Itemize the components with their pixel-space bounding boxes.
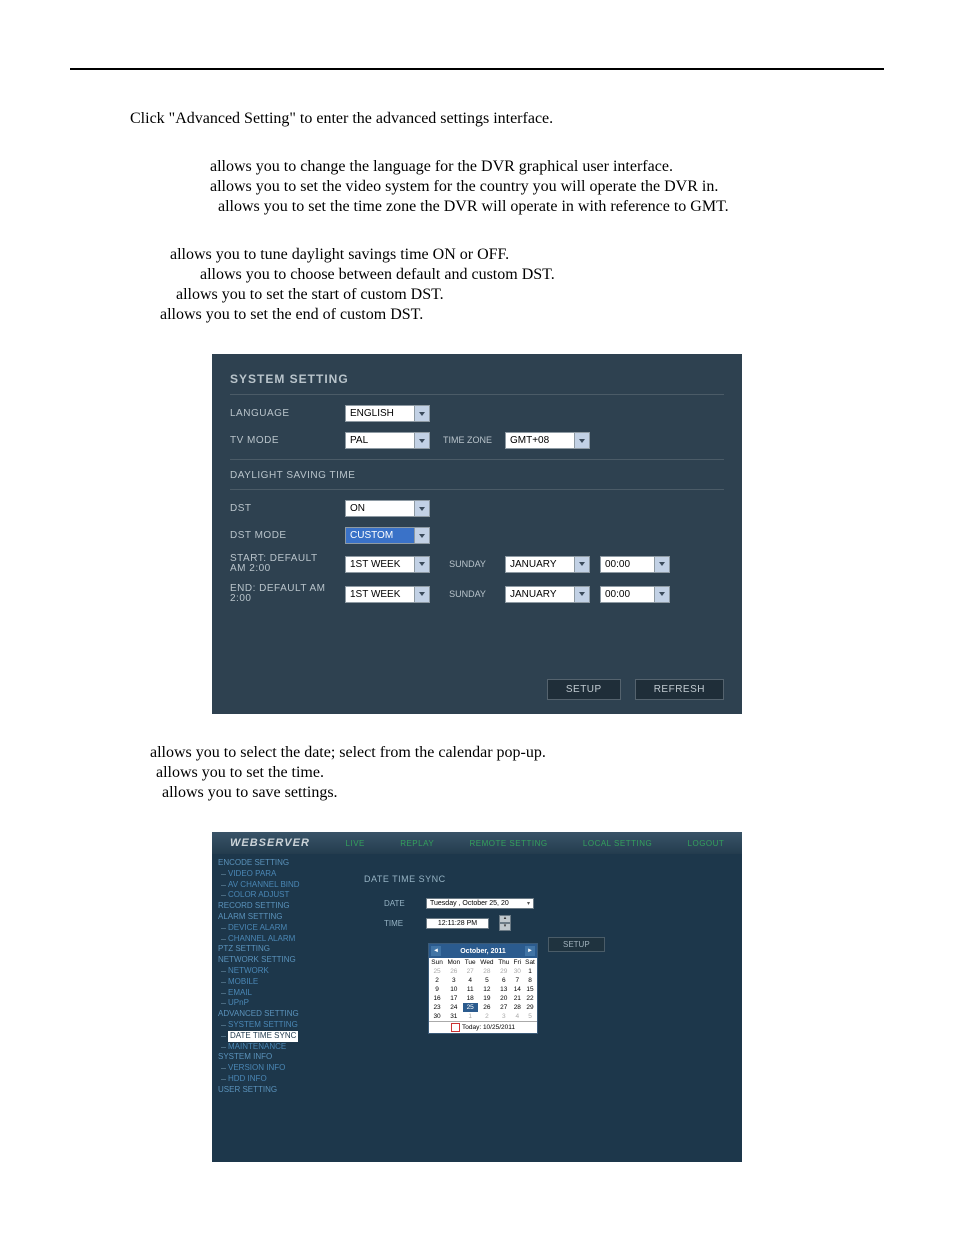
timezone-label: TIME ZONE	[440, 436, 495, 445]
tree-video[interactable]: VIDEO PARA	[218, 869, 348, 880]
tree-sysinfo[interactable]: SYSTEM INFO	[218, 1052, 348, 1063]
feat-dst: allows you to tune daylight savings time…	[170, 246, 884, 264]
chevron-down-icon	[414, 528, 429, 543]
start-hour-select[interactable]: 00:00	[600, 556, 670, 573]
cal-today[interactable]: Today: 10/25/2011	[429, 1021, 537, 1033]
cal-prev-icon[interactable]: ◄	[431, 946, 441, 956]
tab-remote-setting[interactable]: REMOTE SETTING	[469, 839, 547, 848]
chevron-down-icon: ▾	[527, 900, 530, 907]
end-week-select[interactable]: 1ST WEEK	[345, 586, 430, 603]
system-setting-panel: SYSTEM SETTING LANGUAGE ENGLISH TV MODE …	[212, 354, 742, 714]
tree-email[interactable]: EMAIL	[218, 988, 348, 999]
tree-color[interactable]: COLOR ADJUST	[218, 890, 348, 901]
tree-dtsync[interactable]: DATE TIME SYNC	[218, 1031, 348, 1042]
start-week-select[interactable]: 1ST WEEK	[345, 556, 430, 573]
tree-devalarm[interactable]: DEVICE ALARM	[218, 923, 348, 934]
tab-logout[interactable]: LOGOUT	[688, 839, 725, 848]
chevron-down-icon	[574, 433, 589, 448]
time-input[interactable]: 12:11:28 PM	[426, 918, 489, 929]
webserver-panel: WEBSERVER LIVE REPLAY REMOTE SETTING LOC…	[212, 832, 742, 1162]
feat-language: allows you to change the language for th…	[210, 158, 884, 176]
tree-ver[interactable]: VERSION INFO	[218, 1063, 348, 1074]
feat-dstmode: allows you to choose between default and…	[200, 266, 884, 284]
language-select[interactable]: ENGLISH	[345, 405, 430, 422]
setup-button[interactable]: SETUP	[547, 679, 621, 700]
main-title: DATE TIME SYNC	[364, 874, 732, 884]
date-input[interactable]: Tuesday , October 25, 20▾	[426, 898, 534, 909]
tab-replay[interactable]: REPLAY	[400, 839, 434, 848]
tree-system[interactable]: SYSTEM SETTING	[218, 1020, 348, 1031]
tree-record[interactable]: RECORD SETTING	[218, 901, 348, 912]
chevron-down-icon	[414, 587, 429, 602]
time-label: TIME	[384, 919, 418, 928]
calendar-popup[interactable]: ◄ October, 2011 ► SunMonTueWedThuFriSat …	[428, 943, 538, 1034]
time-spinner[interactable]: ▴▾	[499, 915, 511, 931]
tree-avbind[interactable]: AV CHANNEL BIND	[218, 880, 348, 891]
tree-adv[interactable]: ADVANCED SETTING	[218, 1009, 348, 1020]
tab-live[interactable]: LIVE	[346, 839, 365, 848]
setup-button-small[interactable]: SETUP	[548, 937, 605, 952]
tree-hdd[interactable]: HDD INFO	[218, 1074, 348, 1085]
dst-select[interactable]: ON	[345, 500, 430, 517]
tab-local-setting[interactable]: LOCAL SETTING	[583, 839, 652, 848]
end-hour-select[interactable]: 00:00	[600, 586, 670, 603]
cal-next-icon[interactable]: ►	[525, 946, 535, 956]
panel-title: SYSTEM SETTING	[230, 372, 724, 386]
tvmode-select[interactable]: PAL	[345, 432, 430, 449]
dst-label: DST	[230, 503, 335, 514]
chevron-down-icon	[654, 557, 669, 572]
end-day: SUNDAY	[440, 590, 495, 599]
tree-ptz[interactable]: PTZ SETTING	[218, 944, 348, 955]
tree-chalarm[interactable]: CHANNEL ALARM	[218, 934, 348, 945]
webserver-logo: WEBSERVER	[212, 837, 328, 849]
tree-user[interactable]: USER SETTING	[218, 1085, 348, 1096]
cal-month: October, 2011	[460, 948, 506, 955]
date-label: DATE	[384, 899, 418, 908]
chevron-down-icon	[574, 587, 589, 602]
feat-setup: allows you to save settings.	[162, 784, 884, 802]
timezone-select[interactable]: GMT+08	[505, 432, 590, 449]
feat-start: allows you to set the start of custom DS…	[176, 286, 884, 304]
feat-end: allows you to set the end of custom DST.	[160, 306, 884, 324]
feat-date: allows you to select the date; select fr…	[150, 744, 884, 762]
chevron-down-icon	[414, 501, 429, 516]
intro-text: Click "Advanced Setting" to enter the ad…	[130, 110, 884, 128]
end-month-select[interactable]: JANUARY	[505, 586, 590, 603]
tree-network[interactable]: NETWORK	[218, 966, 348, 977]
chevron-down-icon	[414, 406, 429, 421]
feat-timezone: allows you to set the time zone the DVR …	[218, 198, 884, 216]
tree-netset[interactable]: NETWORK SETTING	[218, 955, 348, 966]
tree-maint[interactable]: MAINTENANCE	[218, 1042, 348, 1053]
chevron-down-icon	[414, 557, 429, 572]
dst-section-title: DAYLIGHT SAVING TIME	[230, 470, 724, 481]
start-month-select[interactable]: JANUARY	[505, 556, 590, 573]
feat-tvmode: allows you to set the video system for t…	[210, 178, 884, 196]
feat-time: allows you to set the time.	[156, 764, 884, 782]
start-label: START: DEFAULT AM 2:00	[230, 554, 335, 574]
end-label: END: DEFAULT AM 2:00	[230, 584, 335, 604]
tvmode-label: TV MODE	[230, 435, 335, 446]
sidebar: ENCODE SETTING VIDEO PARA AV CHANNEL BIN…	[212, 854, 354, 1100]
tree-mobile[interactable]: MOBILE	[218, 977, 348, 988]
dstmode-label: DST MODE	[230, 530, 335, 541]
start-day: SUNDAY	[440, 560, 495, 569]
tree-upnp[interactable]: UPnP	[218, 998, 348, 1009]
chevron-down-icon	[654, 587, 669, 602]
refresh-button[interactable]: REFRESH	[635, 679, 724, 700]
chevron-down-icon	[414, 433, 429, 448]
tree-encode[interactable]: ENCODE SETTING	[218, 858, 348, 869]
tree-alarm[interactable]: ALARM SETTING	[218, 912, 348, 923]
language-label: LANGUAGE	[230, 408, 335, 419]
dstmode-select[interactable]: CUSTOM	[345, 527, 430, 544]
chevron-down-icon	[574, 557, 589, 572]
